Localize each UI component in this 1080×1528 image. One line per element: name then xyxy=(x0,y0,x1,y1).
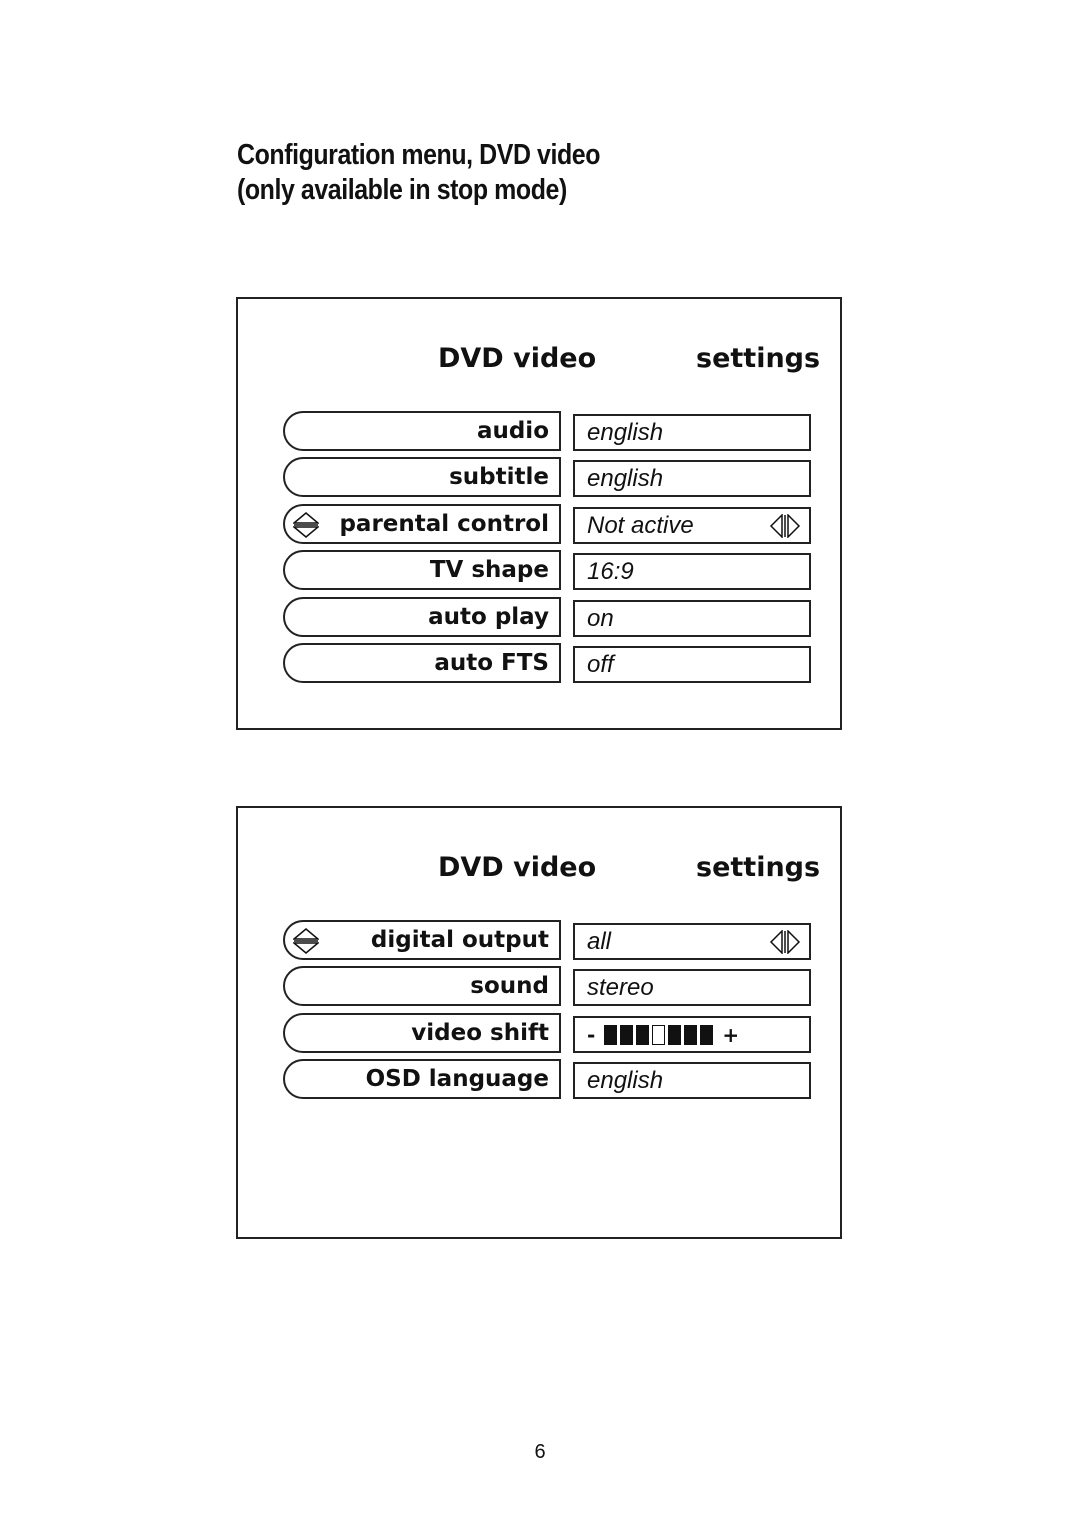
setting-label[interactable]: auto FTS xyxy=(283,642,561,683)
video-shift-slider[interactable]: - + xyxy=(573,1015,811,1053)
dvd-settings-menu-2: DVD video settings digital output all so… xyxy=(236,806,842,1239)
menu-title: DVD video xyxy=(438,343,597,374)
slider-segment xyxy=(668,1024,682,1045)
slider-segment xyxy=(636,1024,650,1045)
left-right-arrows-icon[interactable] xyxy=(769,513,801,538)
up-down-arrows-icon xyxy=(293,928,319,954)
left-right-arrows-icon[interactable] xyxy=(769,930,801,954)
setting-value[interactable]: 16:9 xyxy=(573,553,811,591)
dvd-settings-menu-1: DVD video settings audio english subtitl… xyxy=(236,297,842,730)
setting-value[interactable]: on xyxy=(573,599,811,637)
setting-label[interactable]: OSD language xyxy=(283,1059,561,1100)
page-heading: Configuration menu, DVD video (only avai… xyxy=(237,138,600,208)
minus-sign[interactable]: - xyxy=(587,1023,595,1047)
setting-value[interactable]: english xyxy=(573,414,811,451)
menu-subtitle: settings xyxy=(696,852,821,883)
setting-value[interactable]: english xyxy=(573,1062,811,1100)
setting-label[interactable]: subtitle xyxy=(283,457,561,498)
setting-label[interactable]: parental control xyxy=(283,503,561,544)
menu-subtitle: settings xyxy=(696,343,821,374)
menu-title: DVD video xyxy=(438,852,597,883)
setting-label[interactable]: auto play xyxy=(283,596,561,637)
setting-label[interactable]: TV shape xyxy=(283,550,561,591)
page-number: 6 xyxy=(534,1441,546,1463)
setting-value[interactable]: english xyxy=(573,460,811,498)
slider-segment xyxy=(700,1024,714,1045)
setting-value[interactable]: Not active xyxy=(573,506,811,544)
setting-value[interactable]: off xyxy=(573,645,811,683)
setting-label[interactable]: audio xyxy=(283,411,561,451)
heading-line-2: (only available in stop mode) xyxy=(237,174,567,206)
plus-sign[interactable]: + xyxy=(722,1023,739,1047)
slider-segment xyxy=(620,1024,634,1045)
setting-value[interactable]: stereo xyxy=(573,969,811,1007)
slider-position-marker xyxy=(652,1024,666,1045)
heading-line-1: Configuration menu, DVD video xyxy=(237,139,601,171)
setting-label[interactable]: sound xyxy=(283,966,561,1007)
slider-segment xyxy=(604,1024,618,1045)
setting-value[interactable]: all xyxy=(573,923,811,960)
setting-label[interactable]: video shift xyxy=(283,1012,561,1053)
up-down-arrows-icon xyxy=(293,511,319,538)
setting-label[interactable]: digital output xyxy=(283,920,561,960)
slider-segment xyxy=(684,1024,698,1045)
